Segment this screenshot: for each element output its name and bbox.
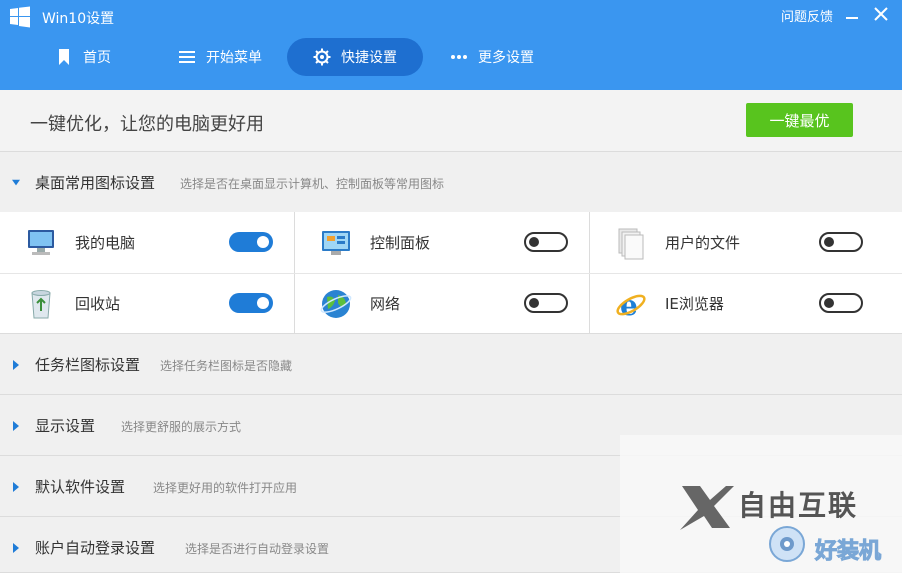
recycle-bin-icon — [31, 290, 51, 319]
tab-start-menu[interactable]: 开始菜单 — [178, 38, 262, 76]
menu-icon — [179, 51, 195, 63]
watermark-text: 好装机 — [814, 539, 882, 565]
tab-home[interactable]: 首页 — [55, 38, 111, 76]
tab-quick-settings[interactable]: 快捷设置 — [287, 38, 423, 76]
section-desc: 选择是否在桌面显示计算机、控制面板等常用图标 — [180, 177, 445, 191]
section-title: 桌面常用图标设置 — [35, 174, 156, 192]
chevron-right-icon — [13, 543, 19, 553]
section-desktop-icons[interactable]: 桌面常用图标设置 选择是否在桌面显示计算机、控制面板等常用图标 — [0, 152, 902, 213]
network-icon — [320, 290, 352, 318]
toggle-my-computer[interactable] — [229, 232, 273, 252]
toggle-user-files[interactable] — [819, 232, 863, 252]
section-desc: 选择更舒服的展示方式 — [121, 420, 242, 434]
icon-row-recycle-bin: 回收站 — [0, 273, 294, 334]
close-icon[interactable] — [871, 4, 891, 24]
app-title: Win10设置 — [42, 11, 115, 27]
icon-label: 我的电脑 — [75, 234, 136, 252]
toggle-ie-browser[interactable] — [819, 293, 863, 313]
main-nav: 首页 开始菜单 快捷设置 更多设置 — [0, 38, 902, 76]
icon-row-ie-browser: e IE浏览器 — [590, 273, 902, 334]
section-title: 任务栏图标设置 — [35, 356, 141, 374]
tab-label: 首页 — [83, 50, 111, 66]
toggle-network[interactable] — [524, 293, 568, 313]
icon-row-my-computer: 我的电脑 — [0, 212, 294, 273]
icon-label: 用户的文件 — [665, 234, 741, 252]
section-desc: 选择是否进行自动登录设置 — [185, 542, 330, 556]
section-desc: 选择更好用的软件打开应用 — [153, 481, 298, 495]
icon-label: 回收站 — [75, 295, 121, 313]
ie-browser-icon: e — [616, 289, 646, 321]
section-desc: 选择任务栏图标是否隐藏 — [160, 359, 293, 373]
icon-row-network: 网络 — [295, 273, 589, 334]
toggle-control-panel[interactable] — [524, 232, 568, 252]
section-title: 默认软件设置 — [35, 478, 126, 496]
windows-logo-icon — [10, 6, 30, 28]
tab-label: 开始菜单 — [206, 50, 262, 66]
bookmark-icon — [59, 49, 69, 65]
toggle-recycle-bin[interactable] — [229, 293, 273, 313]
chevron-right-icon — [13, 421, 19, 431]
chevron-right-icon — [13, 482, 19, 492]
minimize-icon[interactable] — [842, 4, 862, 24]
computer-icon — [28, 230, 54, 255]
icon-label: IE浏览器 — [665, 295, 724, 313]
chevron-right-icon — [13, 360, 19, 370]
gear-icon — [313, 48, 331, 66]
one-click-optimize-button[interactable]: 一键最优 — [746, 103, 853, 137]
desktop-icons-grid: 我的电脑 控制面板 用户的文件 回收站 网络 e IE浏览器 — [0, 212, 902, 334]
watermark-x-logo-icon — [680, 486, 734, 530]
title-bar: Win10设置 问题反馈 首页 开始菜单 快捷设置 更多设置 — [0, 0, 902, 90]
chevron-down-icon — [12, 179, 20, 186]
section-title: 显示设置 — [35, 417, 96, 435]
icon-label: 控制面板 — [370, 234, 431, 252]
section-taskbar-icons[interactable]: 任务栏图标设置 选择任务栏图标是否隐藏 — [0, 334, 902, 395]
tab-label: 快捷设置 — [341, 50, 397, 66]
icon-row-control-panel: 控制面板 — [295, 212, 589, 273]
watermark-text: 自由互联 — [738, 489, 859, 522]
tab-label: 更多设置 — [478, 50, 534, 66]
icon-label: 网络 — [370, 295, 401, 313]
control-panel-icon — [322, 231, 350, 255]
optimize-text: 一键优化，让您的电脑更好用 — [30, 114, 264, 135]
documents-icon — [618, 228, 644, 260]
watermark-eye-icon — [769, 526, 805, 562]
more-icon — [451, 55, 467, 59]
icon-row-user-files: 用户的文件 — [590, 212, 902, 273]
feedback-link[interactable]: 问题反馈 — [781, 6, 833, 25]
tab-more-settings[interactable]: 更多设置 — [450, 38, 534, 76]
section-title: 账户自动登录设置 — [35, 539, 156, 557]
